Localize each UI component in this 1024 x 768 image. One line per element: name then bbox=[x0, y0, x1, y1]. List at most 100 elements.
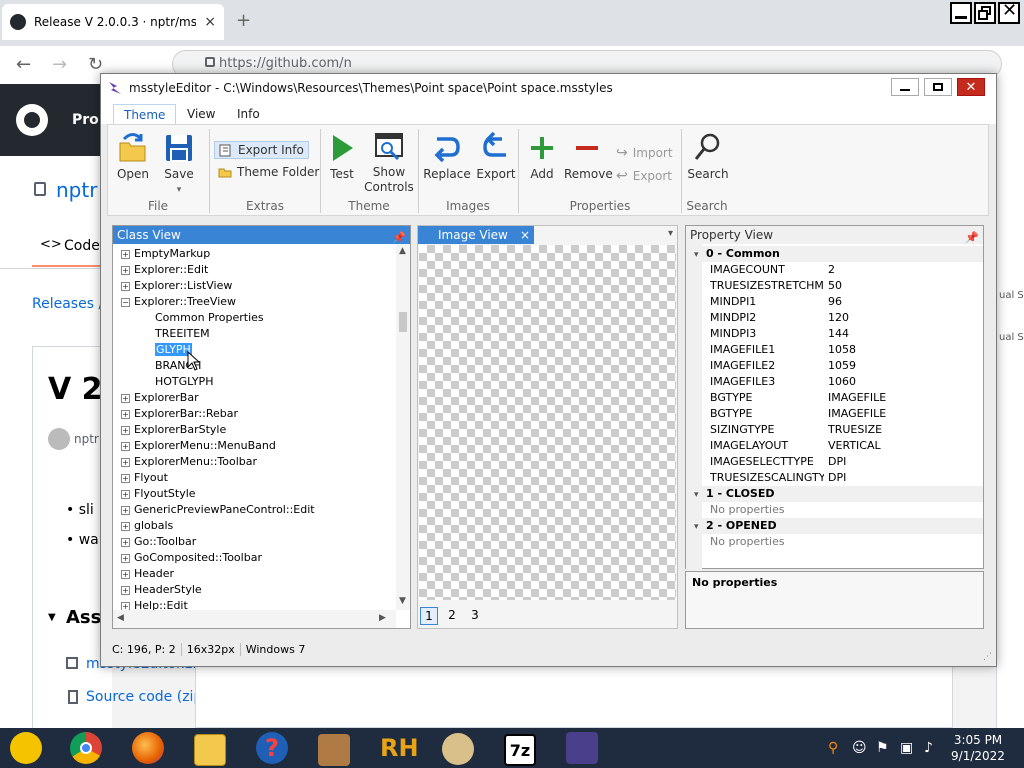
property-value[interactable]: 50 bbox=[828, 278, 842, 294]
image-view-close-icon[interactable]: × bbox=[520, 226, 530, 244]
expand-icon[interactable]: + bbox=[121, 521, 130, 531]
volume-tray-icon[interactable]: ♪ bbox=[924, 740, 933, 756]
expand-icon[interactable]: + bbox=[121, 489, 130, 499]
paint-icon[interactable] bbox=[442, 733, 474, 765]
reload-icon[interactable]: ↻ bbox=[88, 54, 103, 75]
tree-item[interactable]: + Flyout bbox=[121, 470, 168, 486]
export-property-button[interactable]: ↩ Export bbox=[616, 168, 672, 184]
scroll-right-icon[interactable]: ▶ bbox=[379, 613, 386, 623]
browser-close-button[interactable]: ✕ bbox=[998, 0, 1020, 24]
collapse-icon[interactable]: − bbox=[121, 297, 130, 307]
property-value[interactable]: 120 bbox=[828, 310, 849, 326]
source-code-link[interactable]: Source code (zip bbox=[86, 689, 202, 705]
tree-item[interactable]: + ExplorerBarStyle bbox=[121, 422, 226, 438]
class-view-vscroll[interactable]: ▲ ▼ bbox=[396, 244, 410, 610]
expand-icon[interactable]: + bbox=[121, 249, 130, 259]
property-row[interactable]: MINDPI3 144 bbox=[686, 326, 983, 342]
save-dropdown-icon[interactable]: ▾ bbox=[177, 185, 182, 195]
replace-button[interactable]: Replace bbox=[422, 131, 472, 181]
expand-icon[interactable]: + bbox=[121, 505, 130, 515]
tree-item[interactable]: + GoComposited::Toolbar bbox=[121, 550, 262, 566]
tree-item[interactable]: + Go::Toolbar bbox=[121, 534, 196, 550]
firefox-icon[interactable] bbox=[132, 732, 164, 764]
property-value[interactable]: IMAGEFILE bbox=[828, 406, 886, 422]
tab-info[interactable]: Info bbox=[227, 104, 270, 124]
test-button[interactable]: Test bbox=[324, 131, 360, 181]
property-category[interactable]: ▾ 0 - Common bbox=[686, 246, 983, 262]
tab-close-icon[interactable]: × bbox=[204, 14, 216, 30]
tree-item[interactable]: + ExplorerBar::Rebar bbox=[121, 406, 238, 422]
github-logo-icon[interactable] bbox=[16, 104, 48, 136]
property-row[interactable]: IMAGEFILE3 1060 bbox=[686, 374, 983, 390]
tab-view[interactable]: View bbox=[177, 104, 225, 124]
property-category[interactable]: ▾ 1 - CLOSED bbox=[686, 486, 983, 502]
tree-item[interactable]: − Explorer::TreeView bbox=[121, 294, 236, 310]
network-tray-icon[interactable]: ▣ bbox=[900, 740, 913, 756]
collapse-icon[interactable]: ▾ bbox=[694, 519, 706, 535]
scroll-left-icon[interactable]: ◀ bbox=[117, 613, 124, 623]
collapse-icon[interactable]: ▾ bbox=[694, 247, 706, 263]
tree-item[interactable]: TREEITEM bbox=[155, 326, 210, 342]
property-row[interactable]: IMAGESELECTTYPE DPI bbox=[686, 454, 983, 470]
browser-minimize-button[interactable] bbox=[950, 2, 972, 24]
property-value[interactable]: TRUESIZE bbox=[828, 422, 882, 438]
image-page-1[interactable]: 1 bbox=[420, 607, 438, 625]
release-author[interactable]: nptr bbox=[74, 432, 99, 446]
help-icon[interactable]: ? bbox=[256, 732, 288, 764]
expand-icon[interactable]: + bbox=[121, 425, 130, 435]
show-controls-button[interactable]: Show Controls bbox=[364, 131, 414, 195]
image-view-tab[interactable]: Image View × bbox=[418, 226, 534, 244]
property-row[interactable]: IMAGEFILE1 1058 bbox=[686, 342, 983, 358]
image-preview-canvas[interactable] bbox=[419, 245, 676, 600]
export-info-button[interactable]: Export Info bbox=[214, 141, 309, 159]
tree-item[interactable]: + ExplorerBar bbox=[121, 390, 199, 406]
emoji-tray-icon[interactable]: ☺ bbox=[852, 740, 867, 756]
tree-item[interactable]: + GenericPreviewPaneControl::Edit bbox=[121, 502, 315, 518]
property-value[interactable]: DPI bbox=[828, 454, 846, 470]
tree-item[interactable]: + ExplorerMenu::MenuBand bbox=[121, 438, 276, 454]
tree-item[interactable]: + Header bbox=[121, 566, 174, 582]
tree-item[interactable]: + ExplorerMenu::Toolbar bbox=[121, 454, 257, 470]
image-page-2[interactable]: 2 bbox=[443, 607, 461, 625]
tree-item[interactable]: HOTGLYPH bbox=[155, 374, 213, 390]
app-icon[interactable] bbox=[318, 734, 350, 766]
flag-tray-icon[interactable]: ⚑ bbox=[876, 740, 889, 756]
scroll-down-icon[interactable]: ▼ bbox=[399, 596, 406, 606]
import-button[interactable]: ↪ Import bbox=[616, 145, 673, 161]
tree-item[interactable]: + FlyoutStyle bbox=[121, 486, 196, 502]
property-row[interactable]: IMAGELAYOUT VERTICAL bbox=[686, 438, 983, 454]
property-value[interactable]: 1058 bbox=[828, 342, 856, 358]
expand-icon[interactable]: + bbox=[121, 569, 130, 579]
expand-icon[interactable]: + bbox=[121, 281, 130, 291]
class-view-hscroll[interactable]: ◀ ▶ bbox=[113, 610, 396, 628]
property-row[interactable]: MINDPI2 120 bbox=[686, 310, 983, 326]
property-value[interactable]: 96 bbox=[828, 294, 842, 310]
maximize-button[interactable] bbox=[924, 78, 952, 96]
back-icon[interactable]: ← bbox=[16, 54, 31, 75]
tree-item[interactable]: + Explorer::Edit bbox=[121, 262, 208, 278]
property-row[interactable]: IMAGECOUNT 2 bbox=[686, 262, 983, 278]
clock[interactable]: 3:05 PM 9/1/2022 bbox=[946, 732, 1010, 764]
expand-icon[interactable]: + bbox=[121, 585, 130, 595]
tab-theme[interactable]: Theme bbox=[113, 104, 177, 124]
code-tab[interactable]: Code bbox=[64, 238, 100, 254]
property-value[interactable]: IMAGEFILE bbox=[828, 390, 886, 406]
property-value[interactable]: 1059 bbox=[828, 358, 856, 374]
add-property-button[interactable]: Add bbox=[524, 131, 560, 181]
property-category[interactable]: ▾ 2 - OPENED bbox=[686, 518, 983, 534]
releases-breadcrumb[interactable]: Releases / bbox=[32, 296, 103, 312]
property-row[interactable]: SIZINGTYPE TRUESIZE bbox=[686, 422, 983, 438]
tree-item[interactable]: Common Properties bbox=[155, 310, 264, 326]
property-value[interactable]: 2 bbox=[828, 262, 835, 278]
property-value[interactable]: DPI bbox=[828, 470, 846, 486]
expand-icon[interactable]: + bbox=[121, 265, 130, 275]
pin-icon[interactable]: 📌 bbox=[965, 229, 979, 247]
browser-restore-button[interactable] bbox=[974, 2, 996, 24]
property-row[interactable]: BGTYPE IMAGEFILE bbox=[686, 390, 983, 406]
folder-icon[interactable] bbox=[194, 734, 226, 766]
property-row[interactable]: TRUESIZESCALINGTY DPI bbox=[686, 470, 983, 486]
minimize-button[interactable] bbox=[891, 78, 919, 96]
search-button[interactable]: Search bbox=[686, 131, 730, 181]
github-nav-product[interactable]: Pro bbox=[72, 112, 99, 128]
chrome-icon[interactable] bbox=[70, 732, 102, 764]
